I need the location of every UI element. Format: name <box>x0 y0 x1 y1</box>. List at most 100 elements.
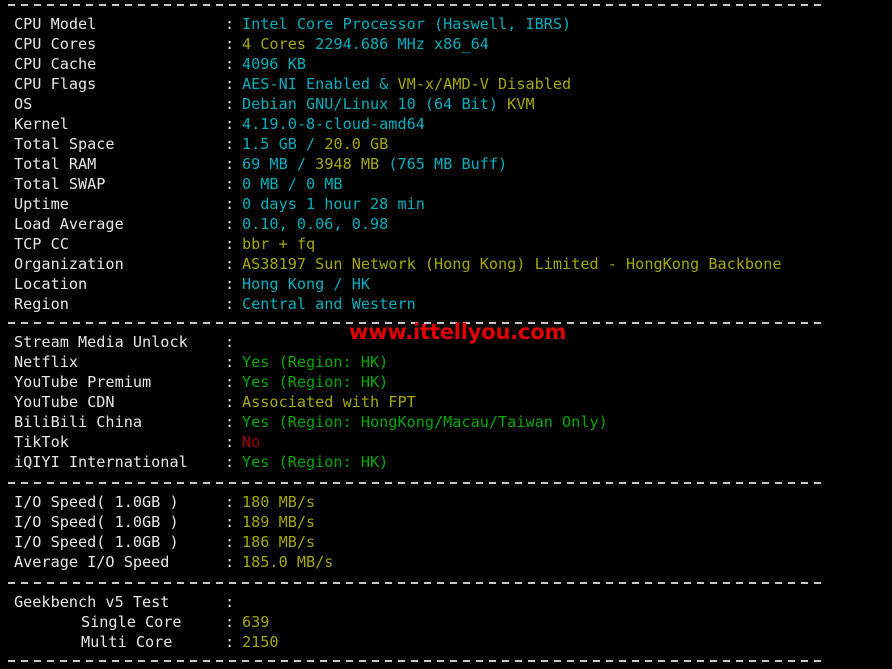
terminal-output: CPU Model: Intel Core Processor (Haswell,… <box>0 0 892 669</box>
value-segment: 20.0 GB <box>324 135 389 153</box>
row-colon: : <box>225 533 235 551</box>
row-label: I/O Speed( 1.0GB ) <box>14 513 179 531</box>
row-label: CPU Model <box>14 15 97 33</box>
row-value: 185.0 MB/s <box>242 552 333 572</box>
row-value: Yes (Region: HK) <box>242 452 388 472</box>
row-label: YouTube Premium <box>14 373 152 391</box>
value-segment: Hong Kong / HK <box>242 275 371 293</box>
row-label: Region <box>14 295 69 313</box>
value-segment: 1.5 GB <box>242 135 307 153</box>
value-segment: 185.0 MB/s <box>242 553 334 571</box>
row-colon: : <box>225 513 235 531</box>
value-segment: / <box>296 155 316 173</box>
value-segment: Central and Western <box>242 295 416 313</box>
value-segment: 180 MB/s <box>242 493 316 511</box>
site-watermark: www.ittellyou.com <box>349 320 567 344</box>
row-label: Stream Media Unlock <box>14 333 188 351</box>
row-colon: : <box>225 55 235 73</box>
row-label: Single Core <box>81 613 182 631</box>
value-segment: KVM <box>507 95 535 113</box>
value-segment: Yes (Region: HK) <box>242 373 389 391</box>
value-segment: x86_64 <box>434 35 489 53</box>
row-value: 189 MB/s <box>242 512 315 532</box>
row-label: Kernel <box>14 115 69 133</box>
value-segment: 639 <box>242 613 270 631</box>
value-segment: Yes (Region: HongKong/Macau/Taiwan Only) <box>242 413 608 431</box>
row-value: No <box>242 432 260 452</box>
row-colon: : <box>225 353 235 371</box>
value-segment: 189 MB/s <box>242 513 316 531</box>
row-value: 0.10, 0.06, 0.98 <box>242 214 388 234</box>
row-label: BiliBili China <box>14 413 143 431</box>
row-value: Yes (Region: HongKong/Macau/Taiwan Only) <box>242 412 608 432</box>
row-colon: : <box>225 553 235 571</box>
row-value: bbr + fq <box>242 234 315 254</box>
row-label: CPU Cache <box>14 55 97 73</box>
section-separator-io <box>8 482 826 484</box>
row-colon: : <box>225 593 235 611</box>
row-value: 2150 <box>242 632 279 652</box>
row-value: 186 MB/s <box>242 532 315 552</box>
value-segment: (765 MB Buff) <box>388 155 508 173</box>
row-colon: : <box>225 195 235 213</box>
row-value: 4.19.0-8-cloud-amd64 <box>242 114 425 134</box>
value-segment: Debian GNU/Linux 10 (64 Bit) <box>242 95 508 113</box>
row-label: Total RAM <box>14 155 97 173</box>
row-colon: : <box>225 155 235 173</box>
row-value: 0 MB / 0 MB <box>242 174 343 194</box>
row-label: Uptime <box>14 195 69 213</box>
value-segment: VM-x/AMD-V Disabled <box>397 75 572 93</box>
row-label: Total SWAP <box>14 175 106 193</box>
row-value: Hong Kong / HK <box>242 274 370 294</box>
row-colon: : <box>225 235 235 253</box>
row-colon: : <box>225 373 235 391</box>
section-separator-top <box>8 4 826 6</box>
row-value: 4 Cores 2294.686 MHz x86_64 <box>242 34 489 54</box>
row-value: Associated with FPT <box>242 392 416 412</box>
row-colon: : <box>225 115 235 133</box>
row-label: Geekbench v5 Test <box>14 593 170 611</box>
row-colon: : <box>225 35 235 53</box>
value-segment: AES-NI Enabled <box>242 75 380 93</box>
row-colon: : <box>225 95 235 113</box>
row-value: 180 MB/s <box>242 492 315 512</box>
value-segment: 0.10, 0.06, 0.98 <box>242 215 389 233</box>
row-value: 1.5 GB / 20.0 GB <box>242 134 388 154</box>
row-label: CPU Flags <box>14 75 97 93</box>
value-segment: bbr + fq <box>242 235 316 253</box>
row-label: Total Space <box>14 135 115 153</box>
row-colon: : <box>225 215 235 233</box>
row-value: Intel Core Processor (Haswell, IBRS) <box>242 14 571 34</box>
row-label: OS <box>14 95 33 113</box>
row-label: Location <box>14 275 88 293</box>
value-segment: Yes (Region: HK) <box>242 353 389 371</box>
value-segment: 2294.686 MHz <box>315 35 435 53</box>
row-label: I/O Speed( 1.0GB ) <box>14 533 179 551</box>
row-colon: : <box>225 15 235 33</box>
row-value: 4096 KB <box>242 54 306 74</box>
row-label: Multi Core <box>81 633 173 651</box>
row-label: TCP CC <box>14 235 69 253</box>
row-value: Yes (Region: HK) <box>242 352 388 372</box>
value-segment: 3948 MB <box>315 155 389 173</box>
row-label: iQIYI International <box>14 453 188 471</box>
row-value: 69 MB / 3948 MB (765 MB Buff) <box>242 154 507 174</box>
row-colon: : <box>225 75 235 93</box>
row-value: 0 days 1 hour 28 min <box>242 194 425 214</box>
row-label: I/O Speed( 1.0GB ) <box>14 493 179 511</box>
row-colon: : <box>225 633 235 651</box>
row-label: TikTok <box>14 433 69 451</box>
section-separator-geekbench <box>8 582 826 584</box>
row-value: Yes (Region: HK) <box>242 372 388 392</box>
row-colon: : <box>225 135 235 153</box>
value-segment: 4 Cores <box>242 35 316 53</box>
value-segment: 4.19.0-8-cloud-amd64 <box>242 115 425 133</box>
row-label: Average I/O Speed <box>14 553 170 571</box>
value-segment: 186 MB/s <box>242 533 316 551</box>
value-segment: Intel Core Processor (Haswell, IBRS) <box>242 15 572 33</box>
row-colon: : <box>225 413 235 431</box>
value-segment: 0 MB / 0 MB <box>242 175 343 193</box>
row-colon: : <box>225 453 235 471</box>
value-segment: 2150 <box>242 633 279 651</box>
row-colon: : <box>225 433 235 451</box>
